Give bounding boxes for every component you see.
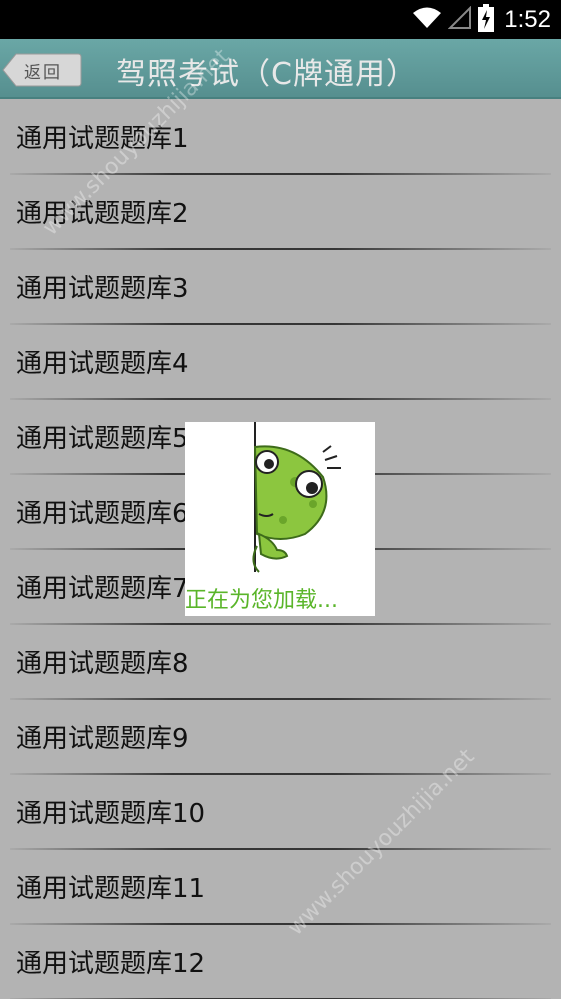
list-item[interactable]: 通用试题题库8 (0, 625, 561, 700)
battery-charging-icon (478, 4, 495, 36)
loading-mascot-icon (252, 422, 341, 573)
list-item-label: 通用试题题库6 (16, 499, 189, 529)
loading-dialog: 正在为您加载... (185, 422, 375, 616)
list-item-label: 通用试题题库12 (16, 949, 206, 979)
list-item[interactable]: 通用试题题库10 (0, 775, 561, 850)
list-item-label: 通用试题题库9 (16, 724, 189, 754)
list-item-label: 通用试题题库11 (16, 874, 206, 904)
page-title: 驾照考试（C牌通用） (116, 57, 417, 92)
list-item[interactable]: 通用试题题库12 (0, 925, 561, 999)
loading-message: 正在为您加载... (185, 588, 338, 613)
list-item-label: 通用试题题库5 (16, 424, 189, 454)
list-item[interactable]: 通用试题题库2 (0, 175, 561, 250)
list-item-label: 通用试题题库3 (16, 274, 189, 304)
list-item[interactable]: 通用试题题库3 (0, 250, 561, 325)
app-bar: 返回 驾照考试（C牌通用） (0, 39, 561, 99)
list-item[interactable]: 通用试题题库1 (0, 100, 561, 175)
list-item-label: 通用试题题库2 (16, 199, 189, 229)
list-item-label: 通用试题题库10 (16, 799, 206, 829)
list-item-label: 通用试题题库4 (16, 349, 189, 379)
signal-icon (447, 5, 472, 34)
list-item-label: 通用试题题库1 (16, 124, 189, 154)
list-item[interactable]: 通用试题题库9 (0, 700, 561, 775)
list-item-label: 通用试题题库7 (16, 574, 189, 604)
status-bar: 1:52 (0, 0, 561, 39)
status-icons: 1:52 (412, 4, 551, 36)
list-item[interactable]: 通用试题题库11 (0, 850, 561, 925)
list-item-label: 通用试题题库8 (16, 649, 189, 679)
back-button[interactable]: 返回 (2, 53, 82, 87)
wifi-icon (412, 6, 442, 34)
back-button-label: 返回 (24, 63, 62, 83)
list-item[interactable]: 通用试题题库4 (0, 325, 561, 400)
clock: 1:52 (504, 6, 551, 33)
